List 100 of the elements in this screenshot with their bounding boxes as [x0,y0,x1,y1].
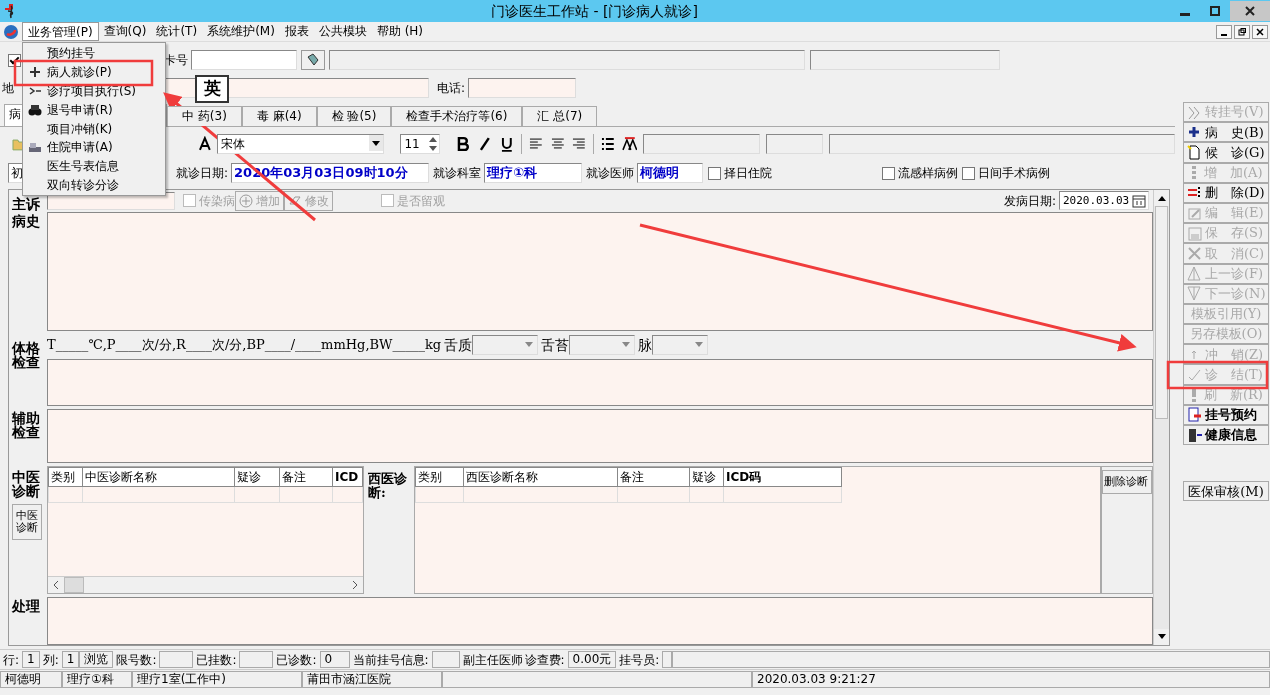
plus-circle-icon [239,193,253,208]
mdi-close-button[interactable] [1252,24,1268,39]
menu-item[interactable]: 医生号表信息 [47,157,119,176]
status-panel: 理疗1室(工作中) [132,671,302,688]
column-header: 中医诊断名称 [82,467,235,487]
doctor-field: 柯德明 [637,163,704,183]
mdi-restore-button[interactable] [1234,24,1250,39]
double-chevron-icon [1187,104,1202,120]
status-value [159,651,194,668]
onset-date-value: 2020.03.03 [1062,193,1130,210]
auxiliary-exam-label: 辅助检查 [12,409,41,440]
status-label: 限号数: [115,651,158,669]
minimize-icon [1180,13,1190,16]
column-header: 西医诊断名称 [463,467,618,487]
menu-item[interactable]: 退号申请(R) [47,100,113,119]
menu-item[interactable]: 病人就诊(P) [47,63,112,82]
font-select[interactable]: 宋体 [217,134,385,154]
status-value: 1 [61,651,80,668]
tab[interactable]: 毒 麻(4) [241,106,317,126]
complaint-label: 主诉 [12,194,41,211]
font-size-value: 11 [403,136,421,153]
close-icon [1245,6,1255,16]
dropdown-field[interactable] [569,335,636,356]
select-label: 舌质 [444,335,473,355]
menu-item[interactable]: 报表 [279,22,314,41]
underline-icon [499,136,515,152]
tab[interactable]: 检 验(5) [316,106,392,126]
column-header: 类别 [48,467,83,487]
ime-status-tooltip: 英 [195,75,229,103]
horizontal-scrollbar[interactable] [48,576,363,594]
tcm-diagnosis-button[interactable]: 中医诊断 [12,503,42,540]
down-arrow-icon [1187,286,1202,302]
dropdown-field[interactable] [472,335,539,356]
menu-item[interactable]: 双向转诊分诊 [47,175,119,194]
vertical-scrollbar[interactable] [1153,190,1169,645]
menu-item[interactable]: 住院申请(A) [47,138,113,157]
card-number-field[interactable] [191,50,297,70]
side-button[interactable]: 候 诊(G) [1183,142,1269,163]
status-label: 已挂数: [195,651,238,669]
side-button[interactable]: 挂号预约 [1183,404,1269,425]
menu-item[interactable]: 业务管理(P) [22,22,99,41]
menu-item[interactable]: 项目冲销(K) [47,119,113,138]
close-icon [1256,27,1264,36]
exclamation-icon [1191,387,1197,403]
menu-item[interactable]: 帮助 (H) [371,22,429,41]
menu-item[interactable]: 查询(Q) [98,22,152,41]
vitals-template: T_____℃,P____次/分,R____次/分,BP____/____mmHg,BW_____kg [47,336,442,355]
align-left-icon [527,136,544,152]
select-label: 脉 [638,335,653,355]
status-label: 副主任医师 [461,651,522,669]
auxiliary-exam-field[interactable] [47,409,1153,463]
minimize-icon [1220,33,1228,36]
align-center-icon [549,136,566,152]
onset-date-field[interactable]: 2020.03.03 [1059,191,1149,211]
close-button[interactable] [1230,1,1270,21]
door-icon [1187,427,1202,443]
tab[interactable]: 汇 总(7) [522,106,598,126]
treatment-field[interactable] [47,597,1153,645]
side-button[interactable]: 病 史(B) [1183,122,1269,143]
status-label: 行: [2,651,21,669]
column-header: 备注 [279,467,333,487]
checkbox[interactable] [708,166,722,180]
phone-field[interactable] [468,78,577,98]
side-button[interactable]: 健康信息 [1183,425,1269,446]
column-header: 类别 [415,467,464,487]
up-arrow-icon [1187,266,1202,282]
font-size-spinner[interactable]: 11 [400,134,440,154]
window-title: 门诊医生工作站 - [门诊病人就诊] [490,1,699,21]
exam-label: 体格检查 [12,338,41,369]
status-value: 浏览 [79,651,114,668]
checkbox[interactable] [962,166,976,180]
menu-item[interactable]: 预约挂号 [47,44,95,63]
menu-item[interactable]: 系统维护(M) [202,22,280,41]
history-field[interactable] [47,211,1153,331]
insurance-review-button[interactable]: 医保审核(M) [1183,481,1269,502]
menu-item[interactable]: 诊疗项目执行(S) [47,82,136,100]
status-value: 1 [22,651,40,668]
menu-item[interactable]: 公共模块 [313,22,372,41]
department-field: 理疗①科 [484,163,583,183]
delete-diagnosis-button[interactable]: 删除诊断 [1102,469,1152,494]
checkbox-label: 是否留观 [397,192,445,210]
mdi-minimize-button[interactable] [1216,24,1232,39]
menu-item[interactable]: 统计(T) [151,22,203,41]
checkbox[interactable] [882,166,896,180]
maximize-icon [1210,6,1220,16]
status-value: 0.00元 [567,651,617,668]
read-card-button[interactable] [301,50,325,70]
side-button[interactable]: 删 除(D) [1183,182,1269,203]
status-label: 诊查费: [523,651,566,669]
edit-icon [1187,205,1202,221]
phone-label: 电话: [437,80,466,97]
font-color-icon [621,136,638,152]
scroll-thumb[interactable] [64,577,84,594]
column-header: 疑诊 [234,467,280,487]
dropdown-field[interactable] [652,335,709,356]
toolbar-field [766,134,824,154]
tab[interactable]: 检查手术治疗等(6) [391,106,523,126]
status-panel: 柯德明 [0,671,62,688]
tab[interactable]: 中 药(3) [167,106,242,126]
exam-field[interactable] [47,358,1153,407]
